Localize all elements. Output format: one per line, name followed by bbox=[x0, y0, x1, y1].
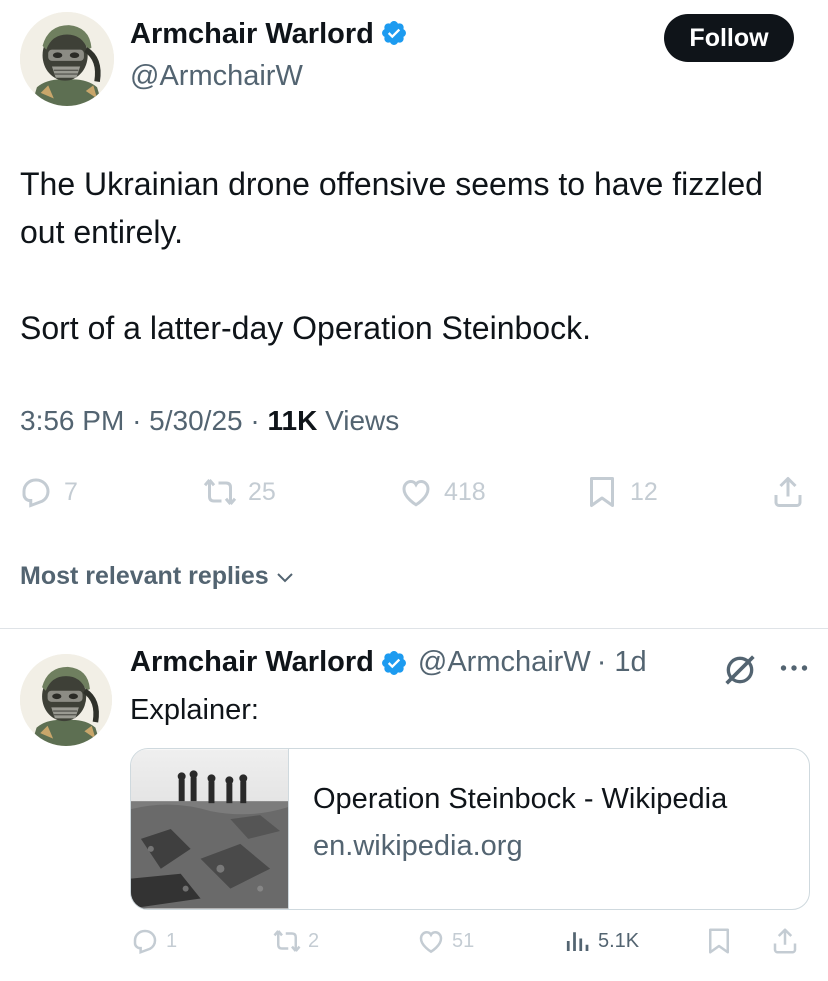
repost-icon bbox=[273, 930, 301, 952]
tweet-paragraph-2: Sort of a latter-day Operation Steinbock… bbox=[20, 310, 591, 346]
link-preview-image bbox=[131, 749, 289, 909]
soldier-avatar-image bbox=[20, 12, 114, 106]
like-icon bbox=[402, 479, 430, 507]
link-preview-title: Operation Steinbock - Wikipedia bbox=[313, 783, 728, 815]
bookmark-icon bbox=[590, 477, 614, 507]
author-name-text[interactable]: Armchair Warlord bbox=[130, 18, 374, 50]
share-icon bbox=[774, 477, 802, 507]
grok-icon bbox=[725, 655, 755, 685]
reply-icon bbox=[22, 478, 50, 508]
link-preview-card[interactable]: Operation Steinbock - Wikipedia en.wikip… bbox=[130, 748, 810, 910]
reply-bookmark-button[interactable] bbox=[704, 926, 734, 956]
tweet-date[interactable]: 5/30/25 bbox=[149, 405, 242, 436]
bookmark-icon bbox=[709, 928, 729, 954]
reply-icon bbox=[133, 929, 157, 955]
like-icon bbox=[419, 930, 443, 954]
replies-sort-label: Most relevant replies bbox=[20, 562, 269, 590]
reply-repost-button[interactable]: 2 bbox=[272, 926, 319, 956]
reply-share-button[interactable] bbox=[770, 926, 800, 956]
repost-count: 25 bbox=[248, 477, 276, 506]
bookmark-button[interactable]: 12 bbox=[584, 474, 658, 510]
reply-count: 7 bbox=[64, 477, 78, 506]
share-button[interactable] bbox=[770, 474, 806, 510]
chevron-down-icon bbox=[277, 572, 293, 582]
follow-button[interactable]: Follow bbox=[664, 14, 794, 62]
grok-button[interactable] bbox=[720, 650, 760, 690]
reply-actions: 1 2 51 5.1K bbox=[130, 926, 810, 962]
repost-icon bbox=[203, 479, 237, 505]
reply-author-name[interactable]: Armchair Warlord bbox=[130, 646, 374, 679]
divider bbox=[0, 628, 828, 629]
reply-text: Explainer: bbox=[130, 694, 259, 726]
link-preview-domain: en.wikipedia.org bbox=[313, 830, 523, 862]
reply-like-button[interactable]: 51 bbox=[416, 926, 474, 956]
repost-button[interactable]: 25 bbox=[202, 474, 276, 510]
author-handle[interactable]: @ArmchairW bbox=[130, 60, 303, 93]
tweet-paragraph-1: The Ukrainian drone offensive seems to h… bbox=[20, 166, 763, 250]
meta-separator: · bbox=[132, 405, 142, 436]
reply-repost-count: 2 bbox=[308, 929, 320, 952]
reply-author-avatar[interactable] bbox=[20, 654, 112, 746]
author-avatar[interactable] bbox=[20, 12, 114, 106]
wreckage-photo-image bbox=[131, 749, 288, 909]
share-icon bbox=[773, 928, 797, 954]
link-preview-body: Operation Steinbock - Wikipedia en.wikip… bbox=[289, 749, 727, 909]
views-icon bbox=[566, 932, 589, 951]
views-count: 11K bbox=[267, 405, 318, 436]
reply-views-button[interactable]: 5.1K bbox=[562, 926, 639, 956]
views-label: Views bbox=[325, 405, 400, 436]
replies-sort-dropdown[interactable]: Most relevant replies bbox=[20, 562, 297, 591]
reply-age[interactable]: · 1d bbox=[597, 646, 647, 679]
tweet-time[interactable]: 3:56 PM bbox=[20, 405, 124, 436]
author-name[interactable]: Armchair Warlord bbox=[130, 18, 408, 51]
reply-header: Armchair Warlord @ArmchairW · 1d bbox=[130, 646, 647, 679]
tweet-meta: 3:56 PM · 5/30/25 · 11K Views bbox=[20, 405, 399, 437]
reply-author-handle[interactable]: @ArmchairW bbox=[418, 646, 591, 679]
meta-separator: · bbox=[250, 405, 260, 436]
like-button[interactable]: 418 bbox=[398, 474, 486, 510]
tweet-text: The Ukrainian drone offensive seems to h… bbox=[20, 160, 800, 352]
reply-reply-button[interactable]: 1 bbox=[130, 926, 177, 956]
verified-badge-icon bbox=[380, 19, 408, 47]
more-options-button[interactable] bbox=[776, 650, 812, 686]
soldier-avatar-image bbox=[20, 654, 112, 746]
like-count: 418 bbox=[444, 477, 486, 506]
tweet-actions: 7 25 418 12 bbox=[18, 474, 810, 514]
verified-badge-icon bbox=[380, 649, 408, 677]
more-icon bbox=[780, 665, 808, 671]
reply-button[interactable]: 7 bbox=[18, 474, 78, 510]
bookmark-count: 12 bbox=[630, 477, 658, 506]
reply-views-count: 5.1K bbox=[598, 929, 640, 952]
reply-reply-count: 1 bbox=[166, 929, 178, 952]
reply-like-count: 51 bbox=[452, 929, 475, 952]
